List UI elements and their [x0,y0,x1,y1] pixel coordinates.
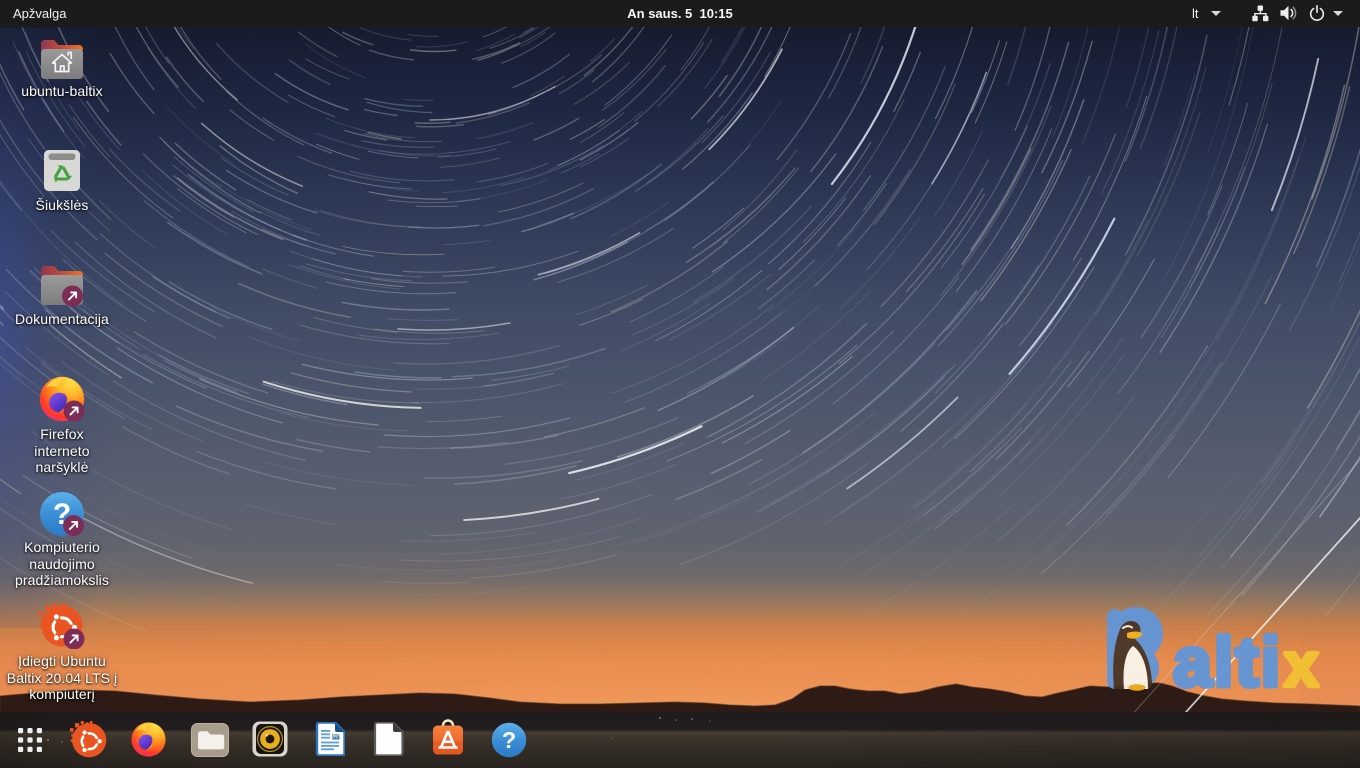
svg-text:alti: alti [1173,623,1282,699]
svg-text:x: x [1284,631,1319,699]
